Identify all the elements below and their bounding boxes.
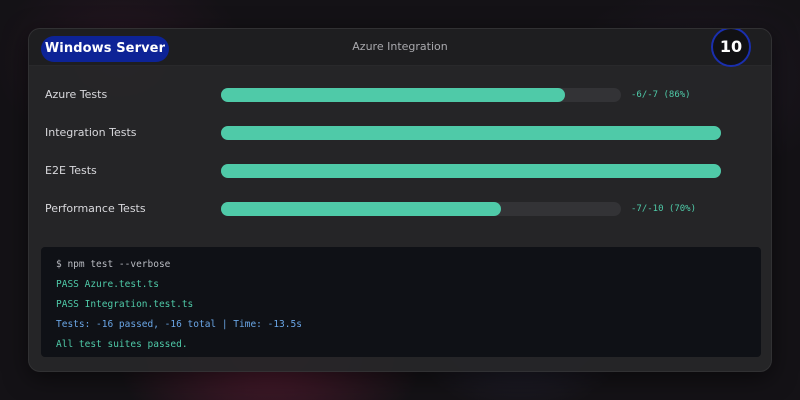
progress-fill	[221, 126, 721, 140]
progress-track	[221, 88, 621, 102]
test-row-e2e: E2E Tests	[29, 161, 771, 181]
terminal-line-status: All test suites passed.	[56, 339, 188, 350]
terminal-line: PASS Azure.test.ts	[56, 279, 159, 290]
test-row-label: Integration Tests	[45, 126, 137, 139]
progress-track	[221, 164, 721, 178]
test-row-performance: Performance Tests -7/-10 (70%)	[29, 199, 771, 219]
test-row-label: Performance Tests	[45, 202, 146, 215]
progress-track	[221, 126, 721, 140]
terminal-line-summary: Tests: -16 passed, -16 total | Time: -13…	[56, 319, 302, 330]
test-dashboard-card: Azure Integration Windows Server 10 Azur…	[28, 28, 772, 372]
test-row-label: E2E Tests	[45, 164, 97, 177]
progress-fill	[221, 164, 721, 178]
test-row-integration: Integration Tests	[29, 123, 771, 143]
progress-track	[221, 202, 621, 216]
test-row-azure: Azure Tests -6/-7 (86%)	[29, 85, 771, 105]
card-header: Azure Integration Windows Server 10	[29, 29, 771, 67]
test-row-value: -7/-10 (70%)	[631, 204, 697, 214]
progress-fill	[221, 202, 501, 216]
terminal-line: PASS Integration.test.ts	[56, 299, 194, 310]
terminal-line-command: $ npm test --verbose	[56, 259, 171, 270]
test-row-value: -6/-7 (86%)	[631, 90, 691, 100]
progress-fill	[221, 88, 565, 102]
test-row-label: Azure Tests	[45, 88, 108, 101]
terminal-output[interactable]: $ npm test --verbose PASS Azure.test.ts …	[41, 247, 761, 357]
counter-badge: 10	[711, 29, 751, 67]
os-badge[interactable]: Windows Server	[41, 36, 169, 62]
